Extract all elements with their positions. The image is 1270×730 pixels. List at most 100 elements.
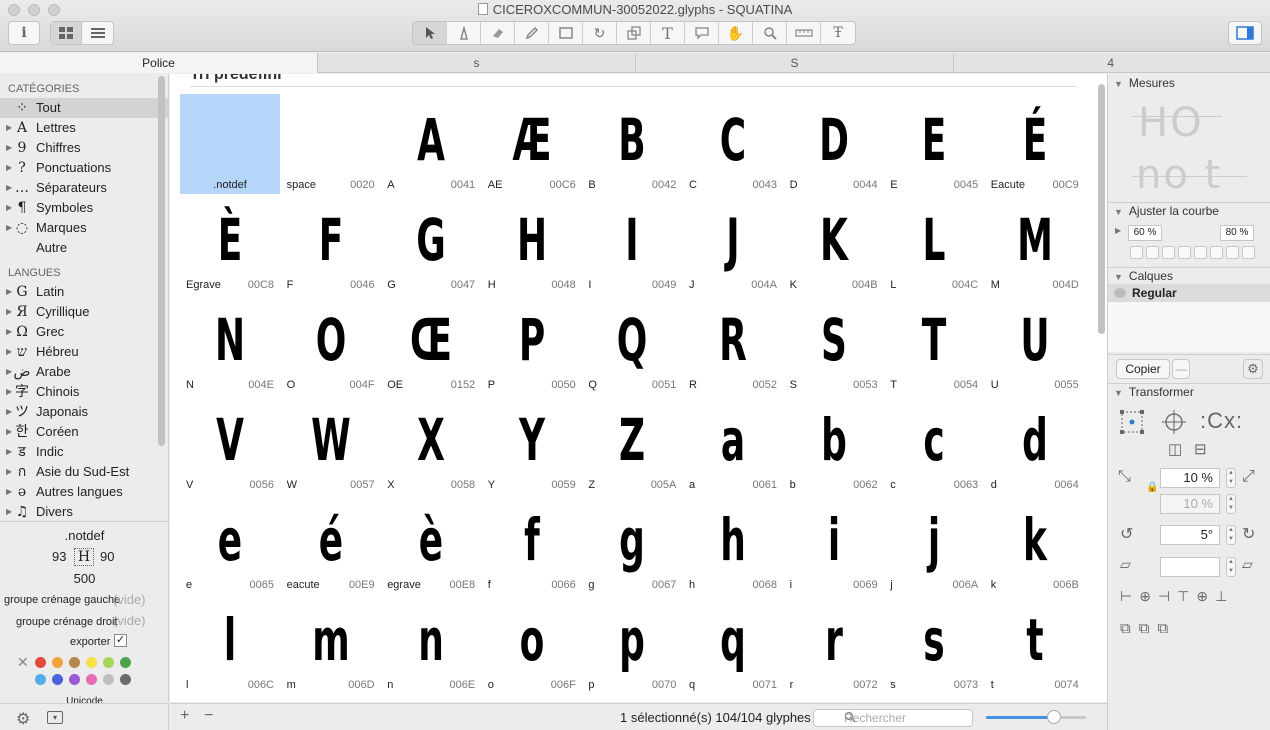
rsb-field[interactable]: 90 — [100, 549, 114, 564]
scale-stepper-vertical[interactable]: ▲ ▼ — [1226, 494, 1236, 514]
sidebar-language-10[interactable]: ▶ ə Autres langues — [0, 482, 168, 502]
disclosure-arrow-icon[interactable]: ▶ — [0, 198, 12, 218]
curve-header[interactable]: ▼ Ajuster la courbe — [1108, 202, 1219, 220]
tab-police[interactable]: Police — [0, 53, 318, 73]
glyph-cell[interactable]: M M 004D — [985, 194, 1085, 294]
color-swatch[interactable] — [69, 674, 80, 685]
disclosure-arrow-icon[interactable]: ▶ — [0, 342, 12, 362]
align-right-icon[interactable]: ⊣ — [1158, 588, 1170, 605]
glyph-cell[interactable]: S S 0053 — [784, 294, 884, 394]
add-glyph-icon[interactable]: + — [180, 707, 189, 725]
glyph-cell[interactable]: Z Z 005A — [582, 394, 682, 494]
glyph-cell[interactable]: g g 0067 — [582, 494, 682, 594]
glyph-cell[interactable]: Y Y 0059 — [482, 394, 582, 494]
sidebar-scrollbar[interactable] — [158, 76, 165, 446]
rotate-field[interactable]: 5° — [1160, 525, 1220, 545]
glyph-cell[interactable]: X X 0058 — [381, 394, 481, 494]
sidebar-category-1[interactable]: ▶ A Lettres — [0, 118, 168, 138]
tab-4[interactable]: 4 — [954, 53, 1270, 73]
glyph-cell[interactable]: i i 0069 — [784, 494, 884, 594]
origin-selector-icon[interactable] — [1120, 410, 1144, 437]
glyph-cell[interactable]: B B 0042 — [582, 94, 682, 194]
glyph-cell[interactable]: F F 0046 — [281, 194, 381, 294]
union-icon[interactable]: ⧉ — [1120, 620, 1131, 637]
align-left-icon[interactable]: ⊢ — [1120, 588, 1132, 605]
zoom-slider[interactable] — [986, 710, 1086, 724]
glyph-cell[interactable]: C C 0043 — [683, 94, 783, 194]
glyph-cell[interactable]: R R 0052 — [683, 294, 783, 394]
curve-left-field[interactable]: 60 % — [1128, 225, 1162, 241]
glyph-cell[interactable]: È Egrave 00C8 — [180, 194, 280, 294]
scale-field[interactable]: 10 % — [1160, 468, 1220, 488]
hand-icon[interactable]: ✋ — [719, 22, 753, 44]
tab-s-upper[interactable]: S — [636, 53, 954, 73]
glyph-cell[interactable]: s s 0073 — [884, 594, 984, 694]
disclosure-arrow-icon[interactable]: ▶ — [0, 502, 12, 520]
zoom-slider-knob[interactable] — [1047, 710, 1061, 724]
color-swatch[interactable] — [103, 674, 114, 685]
glyph-cell[interactable]: l l 006C — [180, 594, 280, 694]
sidebar-language-4[interactable]: ▶ ض Arabe — [0, 362, 168, 382]
curve-preset-button[interactable] — [1130, 246, 1143, 259]
color-swatch[interactable] — [120, 674, 131, 685]
glyph-cell[interactable]: Æ AE 00C6 — [482, 94, 582, 194]
glyph-cell[interactable]: a a 0061 — [683, 394, 783, 494]
glyph-name-field[interactable]: .notdef — [0, 528, 169, 543]
curve-preset-button[interactable] — [1242, 246, 1255, 259]
curve-disclosure-icon[interactable]: ▶ — [1115, 226, 1121, 235]
color-swatch[interactable] — [120, 657, 131, 668]
width-field[interactable]: 500 — [0, 571, 169, 586]
sidebar-category-5[interactable]: ▶ ¶ Symboles — [0, 198, 168, 218]
scale-stepper[interactable]: ▲ ▼ — [1226, 468, 1236, 488]
glyph-cell[interactable]: G G 0047 — [381, 194, 481, 294]
scale-field-vertical[interactable]: 10 % — [1160, 494, 1220, 514]
sidebar-language-11[interactable]: ▶ ♫ Divers — [0, 502, 168, 520]
disclosure-arrow-icon[interactable]: ▶ — [0, 138, 12, 158]
align-bottom-icon[interactable]: ⊥ — [1215, 588, 1227, 605]
glyph-cell[interactable]: P P 0050 — [482, 294, 582, 394]
align-center-v-icon[interactable]: ⊕ — [1196, 588, 1208, 605]
color-swatch[interactable] — [103, 657, 114, 668]
sidebar-language-6[interactable]: ▶ ツ Japonais — [0, 402, 168, 422]
slant-stepper[interactable]: ▲ ▼ — [1226, 557, 1236, 577]
sidebar-language-3[interactable]: ▶ ש Hébreu — [0, 342, 168, 362]
sidebar-language-5[interactable]: ▶ 字 Chinois — [0, 382, 168, 402]
glyph-cell[interactable]: p p 0070 — [582, 594, 682, 694]
slant-left-icon[interactable]: ▱ — [1120, 556, 1131, 573]
glyph-cell[interactable]: space 0020 — [281, 94, 381, 194]
glyph-cell[interactable]: .notdef — [180, 94, 280, 194]
glyph-cell[interactable]: n n 006E — [381, 594, 481, 694]
filter-menu-icon[interactable]: ▾ — [47, 711, 63, 724]
sidebar-category-2[interactable]: ▶ 9 Chiffres — [0, 138, 168, 158]
rotate-ccw-icon[interactable]: ↺ — [1120, 524, 1133, 544]
select-icon[interactable] — [413, 22, 447, 44]
sidebar-category-0[interactable]: ⁘ Tout — [0, 98, 168, 118]
sidebar-category-6[interactable]: ▶ ◌ Marques — [0, 218, 168, 238]
glyph-cell[interactable]: t t 0074 — [985, 594, 1085, 694]
glyph-cell[interactable]: j j 006A — [884, 494, 984, 594]
color-swatch[interactable] — [35, 657, 46, 668]
grid-view-icon[interactable] — [51, 22, 83, 44]
disclosure-arrow-icon[interactable]: ▶ — [0, 118, 12, 138]
glyph-cell[interactable]: h h 0068 — [683, 494, 783, 594]
copy-button[interactable]: Copier — [1116, 359, 1170, 379]
disclosure-arrow-icon[interactable]: ▶ — [0, 442, 12, 462]
transform-header[interactable]: ▼ Transformer — [1108, 383, 1194, 401]
glyph-cell[interactable]: L L 004C — [884, 194, 984, 294]
slant-right-icon[interactable]: ▱ — [1242, 556, 1253, 573]
curve-preset-button[interactable] — [1210, 246, 1223, 259]
sidebar-language-1[interactable]: ▶ Я Cyrillique — [0, 302, 168, 322]
eye-icon[interactable] — [1114, 288, 1126, 298]
glyph-cell[interactable]: J J 004A — [683, 194, 783, 294]
layers-header[interactable]: ▼ Calques — [1108, 267, 1173, 285]
eraser-icon[interactable] — [481, 22, 515, 44]
glyph-cell[interactable]: T T 0054 — [884, 294, 984, 394]
lock-icon[interactable]: 🔒 — [1146, 482, 1158, 493]
curve-preset-button[interactable] — [1194, 246, 1207, 259]
sidebar-language-2[interactable]: ▶ Ω Grec — [0, 322, 168, 342]
components-icon[interactable]: :Cx: — [1200, 408, 1243, 434]
search-input[interactable]: Rechercher — [813, 709, 973, 727]
glyph-cell[interactable]: è egrave 00E8 — [381, 494, 481, 594]
glyph-cell[interactable]: f f 0066 — [482, 494, 582, 594]
info-icon[interactable]: i — [8, 21, 40, 45]
